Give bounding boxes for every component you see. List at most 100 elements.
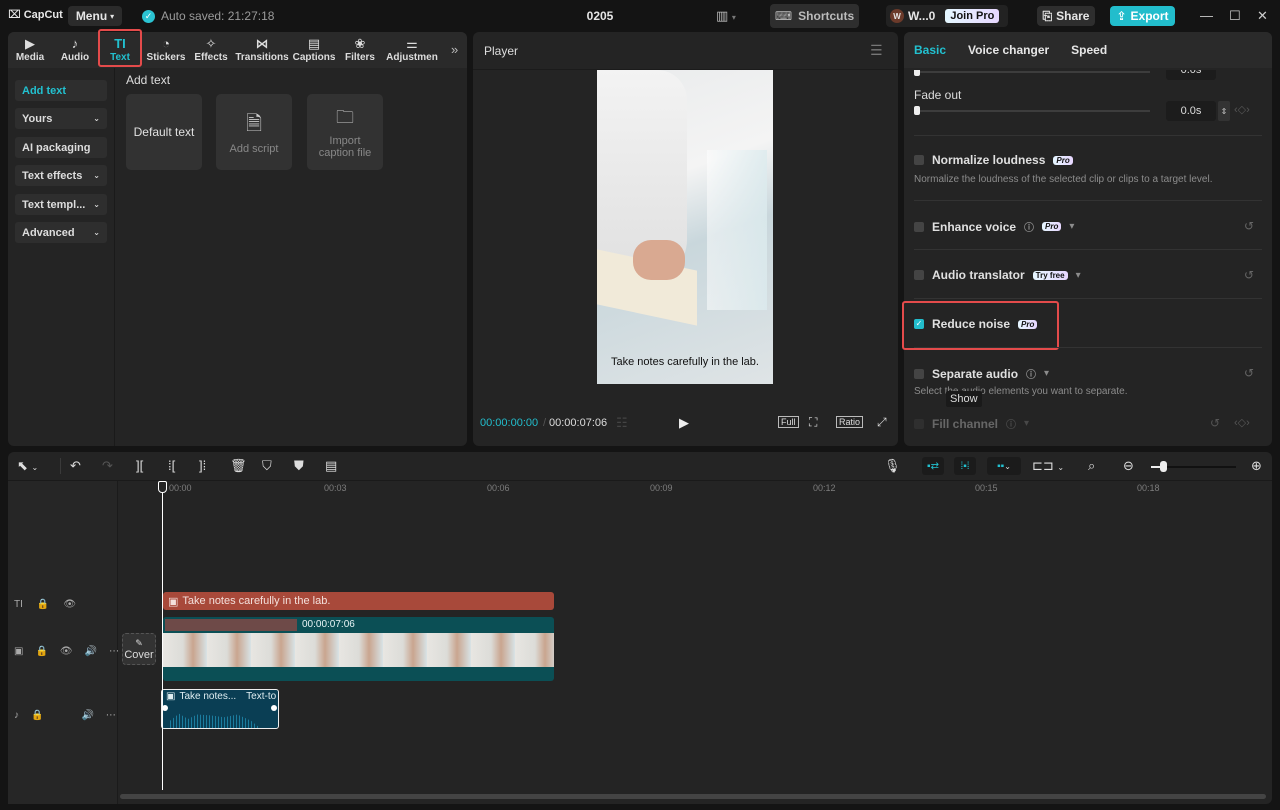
tab-effects[interactable]: ✧ Effects — [189, 36, 233, 66]
video-clip[interactable]: 00:00:07:06 — [163, 617, 554, 681]
horizontal-scrollbar[interactable] — [120, 794, 1266, 799]
dropdown-icon[interactable]: ▾ — [1069, 221, 1074, 232]
fade-handle[interactable] — [271, 705, 277, 711]
ai-shield-icon[interactable]: ⛉ — [262, 458, 272, 474]
dropdown-icon[interactable]: ▾ — [1076, 270, 1081, 281]
tab-basic[interactable]: Basic — [914, 43, 946, 57]
play-icon[interactable]: ▶ — [679, 415, 689, 431]
lock-icon[interactable]: 🔒 — [37, 599, 49, 610]
user-account[interactable]: W W...0 Join Pro — [886, 5, 1008, 27]
text-clip[interactable]: ▣ Take notes carefully in the lab. — [163, 592, 554, 610]
sidebar-item-text-effects[interactable]: Text effects ⌄ — [15, 165, 107, 186]
grid-icon[interactable]: ☷ — [616, 415, 628, 431]
delete-icon[interactable]: 🗑 — [230, 458, 247, 474]
tab-captions[interactable]: ▤ Captions — [292, 36, 336, 66]
volume-icon[interactable]: 🔊 — [81, 710, 93, 721]
ruler-zoom-icon[interactable]: ⌕ — [1088, 458, 1095, 474]
reset-icon[interactable]: ↺ — [1244, 219, 1254, 233]
linkage-icon[interactable]: ▪▪ ⌄ — [987, 457, 1021, 475]
tab-audio[interactable]: ♪ Audio — [53, 36, 97, 66]
tab-transitions[interactable]: ⋈ Transitions — [235, 36, 288, 66]
tab-adjustment[interactable]: ⚌ Adjustmen — [386, 36, 438, 66]
keyframe-icon[interactable]: ‹◇› — [1234, 416, 1250, 429]
shield-icon[interactable]: ⛊ — [294, 458, 304, 474]
eye-icon[interactable]: 👁 — [60, 646, 73, 657]
dropdown-icon[interactable]: ▾ — [1024, 418, 1029, 429]
maximize-icon[interactable]: ☐ — [1229, 8, 1241, 24]
select-tool-icon[interactable]: ⬉ ⌄ — [17, 458, 38, 474]
player-menu-icon[interactable]: ☰ — [870, 42, 883, 59]
normalize-loudness-checkbox[interactable] — [914, 155, 924, 165]
full-button[interactable]: Full — [778, 416, 799, 428]
snap-icon[interactable]: ⁞▪⁞ — [954, 457, 976, 475]
lock-icon[interactable]: 🔒 — [31, 710, 43, 721]
cover-button[interactable]: ✎ Cover — [122, 633, 156, 665]
export-button[interactable]: ⇪ Export — [1110, 6, 1175, 26]
add-script-card[interactable]: 🗎 Add script — [216, 94, 292, 170]
join-pro-button[interactable]: Join Pro — [945, 9, 1000, 23]
lock-icon[interactable]: 🔒 — [35, 646, 47, 657]
menu-button[interactable]: Menu ▾ — [68, 6, 122, 26]
audio-translator-checkbox[interactable] — [914, 270, 924, 280]
tab-media[interactable]: ▶ Media — [8, 36, 52, 66]
fade-out-value[interactable]: 0.0s — [1166, 101, 1216, 121]
fullscreen-icon[interactable]: ⤢ — [877, 415, 887, 430]
reset-icon[interactable]: ↺ — [1244, 268, 1254, 282]
ratio-button[interactable]: Ratio — [836, 416, 864, 428]
fade-in-knob[interactable] — [914, 70, 920, 76]
separate-audio-checkbox[interactable] — [914, 368, 924, 379]
project-title[interactable]: 0205 — [560, 9, 640, 23]
fade-out-slider[interactable] — [916, 110, 1150, 112]
zoom-out-icon[interactable]: ⊖ — [1123, 458, 1134, 474]
tab-stickers[interactable]: ◔ Stickers — [144, 36, 188, 66]
reset-icon[interactable]: ↺ — [1244, 366, 1254, 380]
sidebar-item-advanced[interactable]: Advanced ⌄ — [15, 222, 107, 243]
help-icon[interactable]: ⓘ — [1026, 366, 1036, 381]
sidebar-item-add-text[interactable]: Add text — [15, 80, 107, 101]
dropdown-icon[interactable]: ▾ — [1044, 368, 1049, 379]
tab-voice-changer[interactable]: Voice changer — [968, 43, 1049, 57]
sidebar-item-yours[interactable]: Yours ⌄ — [15, 108, 107, 129]
fade-out-stepper[interactable]: ⇕ — [1218, 101, 1230, 121]
more-icon[interactable]: ⋯ — [106, 710, 116, 721]
enhance-voice-checkbox[interactable] — [914, 221, 924, 232]
close-icon[interactable]: ✕ — [1257, 8, 1268, 24]
tab-filters[interactable]: ❀ Filters — [338, 36, 382, 66]
playhead-handle[interactable] — [158, 481, 167, 493]
split-icon[interactable]: ][ — [136, 458, 143, 473]
redo-icon[interactable]: ↷ — [102, 458, 113, 474]
split-left-icon[interactable]: ⁞[ — [168, 458, 175, 473]
reduce-noise-checkbox[interactable]: ✓ — [914, 319, 924, 329]
more-tabs-icon[interactable]: » — [451, 42, 458, 57]
playhead[interactable] — [162, 482, 163, 790]
undo-icon[interactable]: ↶ — [70, 458, 81, 474]
fade-out-knob[interactable] — [914, 106, 920, 115]
volume-icon[interactable]: 🔊 — [85, 646, 97, 657]
share-button[interactable]: ⎘ Share — [1037, 6, 1095, 26]
tab-speed[interactable]: Speed — [1071, 43, 1107, 57]
fade-in-value[interactable]: 0.0s — [1166, 70, 1216, 80]
fade-in-slider[interactable] — [916, 71, 1150, 73]
eye-icon[interactable]: 👁 — [63, 599, 76, 610]
layout-icon[interactable]: ▥ ▾ — [716, 8, 736, 24]
preview-axis-icon[interactable]: ⊏⊐ ⌄ — [1032, 458, 1064, 474]
caption-edit-icon[interactable]: ▤ — [325, 458, 337, 474]
sidebar-item-text-templates[interactable]: Text templ... ⌄ — [15, 194, 107, 215]
fill-channel-checkbox[interactable] — [914, 418, 924, 429]
main-track-magnet-icon[interactable]: ▪⇄ — [922, 457, 944, 475]
more-icon[interactable]: ⋯ — [109, 646, 119, 657]
help-icon[interactable]: ⓘ — [1006, 416, 1016, 431]
zoom-fit-icon[interactable]: ⛶ — [809, 415, 817, 430]
keyframe-icon[interactable]: ‹◇› — [1234, 103, 1250, 116]
import-caption-card[interactable]: 🗀 Import caption file — [307, 94, 383, 170]
sidebar-item-ai-packaging[interactable]: AI packaging — [15, 137, 107, 158]
minimize-icon[interactable]: — — [1200, 8, 1213, 23]
default-text-card[interactable]: Default text — [126, 94, 202, 170]
split-right-icon[interactable]: ]⁞ — [199, 458, 206, 473]
reset-icon[interactable]: ↺ — [1210, 416, 1220, 430]
microphone-icon[interactable]: 🎙 — [884, 458, 901, 474]
zoom-slider-knob[interactable] — [1160, 461, 1167, 472]
help-icon[interactable]: ⓘ — [1024, 219, 1034, 234]
audio-clip[interactable]: ▣ Take notes... Text-to — [161, 689, 279, 729]
tab-text[interactable]: TI Text — [98, 29, 142, 67]
